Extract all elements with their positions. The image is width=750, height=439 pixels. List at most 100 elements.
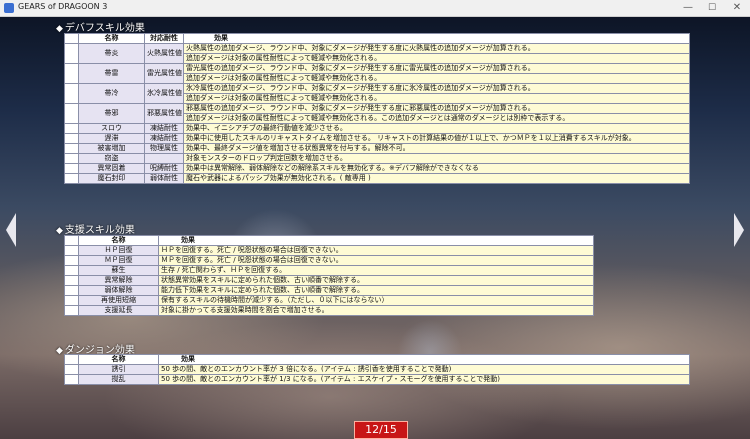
debuff-resist-cell: 呪縛耐性 [144, 163, 184, 174]
row-blank-cell [64, 245, 79, 256]
diamond-icon: ◆ [56, 24, 63, 34]
row-blank-cell [64, 133, 79, 144]
debuff-resist-cell: 凍結耐性 [144, 133, 184, 144]
debuff-effect-cell: 追加ダメージは対象の属性耐性によって軽減や無効化される。 [183, 53, 690, 64]
support-name-cell: 再使用短縮 [78, 295, 159, 306]
support-row: ＨＰ回復 ＨＰを回復する。死亡 / 呪怨状態の場合は回復できない。 [64, 245, 594, 256]
page-indicator: 12/15 [354, 421, 408, 439]
arrow-right-icon[interactable] [734, 213, 744, 247]
support-row: 蘇生 生存 / 死亡関わらず、ＨＰを回復する。 [64, 265, 594, 276]
row-blank-cell [64, 173, 79, 184]
game-viewport: ◆ デバフスキル効果 名称 対応耐性 効果 帯炎 火熱属性値 火熱属性の追加ダメージ、… [0, 17, 750, 439]
debuff-name-cell: 帯冷 [78, 83, 145, 104]
debuff-effect-cell: 邪悪属性の追加ダメージ、ラウンド中、対象にダメージが発生する度に邪悪属性の追加ダ… [183, 103, 690, 114]
header-effect: 効果 [183, 33, 690, 44]
debuff-effect-cell: 火熱属性の追加ダメージ、ラウンド中、対象にダメージが発生する度に火熱属性の追加ダ… [183, 43, 690, 54]
support-name-cell: 弱体解除 [78, 285, 159, 296]
debuff-resist-cell: 雷光属性値 [144, 63, 184, 84]
support-row: 再使用短縮 保有するスキルの待機時間が減少する。（ただし、０以下にはならない） [64, 295, 594, 306]
header-resist: 対応耐性 [144, 33, 184, 44]
support-row: 支援延長 対象に掛かってる支援効果時間を割合で増加させる。 [64, 305, 594, 316]
close-button[interactable]: ✕ [725, 1, 749, 15]
row-blank-cell [64, 143, 79, 154]
debuff-row: 帯邪 邪悪属性値 邪悪属性の追加ダメージ、ラウンド中、対象にダメージが発生する度に邪… [64, 103, 690, 124]
debuff-resist-cell: 物理属性 [144, 143, 184, 154]
arrow-left-icon[interactable] [6, 213, 16, 247]
row-blank-cell [64, 153, 79, 164]
header-name: 名称 [78, 235, 159, 246]
support-effect-cell: 能力低下効果をスキルに定められた個数、古い順番で解除する。 [158, 285, 594, 296]
row-blank-cell [64, 305, 79, 316]
support-name-cell: ＭＰ回復 [78, 255, 159, 266]
support-effect-cell: 対象に掛かってる支援効果時間を割合で増加させる。 [158, 305, 594, 316]
dungeon-name-cell: 誘引 [78, 364, 159, 375]
debuff-row: 被害増加 物理属性 効果中、最終ダメージ値を増加させる状態異常を付与する。解除不可。 [64, 143, 690, 154]
row-blank-cell [64, 123, 79, 134]
support-row: ＭＰ回復 ＭＰを回復する。死亡 / 呪怨状態の場合は回復できない。 [64, 255, 594, 266]
row-blank-cell [64, 255, 79, 266]
debuff-section-title: ◆ デバフスキル効果 [56, 19, 145, 34]
debuff-resist-cell: 弱体耐性 [144, 173, 184, 184]
debuff-effect-cell: 効果中、イニシアチブの最終行動値を減少させる。 [183, 123, 690, 134]
dungeon-header-row: 名称 効果 [64, 354, 690, 365]
debuff-name-cell: 窃盗 [78, 153, 145, 164]
debuff-row: 帯炎 火熱属性値 火熱属性の追加ダメージ、ラウンド中、対象にダメージが発生する度に火… [64, 43, 690, 64]
debuff-effect-cell: 効果中は異常解除、弱体解除などの解除系スキルを無効化する。※デバフ解除ができなく… [183, 163, 690, 174]
debuff-effect-cell: 効果中に使用したスキルのリキャストタイムを増加させる。 リキャストの計算結果の値… [183, 133, 690, 144]
dungeon-name-cell: 撹乱 [78, 374, 159, 385]
debuff-row: 窃盗 対象モンスターのドロップ判定回数を増加させる。 [64, 153, 690, 164]
row-blank-cell [64, 275, 79, 286]
dungeon-effect-cell: 50 歩の間、敵とのエンカウント率が 1/3 になる。(アイテム : エスケイプ… [158, 374, 690, 385]
row-blank-cell [64, 374, 79, 385]
support-effect-cell: ＭＰを回復する。死亡 / 呪怨状態の場合は回復できない。 [158, 255, 594, 266]
header-blank [64, 33, 79, 44]
support-name-cell: 異常解除 [78, 275, 159, 286]
debuff-name-cell: 魔石封印 [78, 173, 145, 184]
row-blank-cell [64, 295, 79, 306]
debuff-table: 名称 対応耐性 効果 帯炎 火熱属性値 火熱属性の追加ダメージ、ラウンド中、対象にダ… [64, 33, 690, 184]
debuff-name-cell: 遅滞 [78, 133, 145, 144]
debuff-name-cell: 帯炎 [78, 43, 145, 64]
dungeon-table: 名称 効果 誘引 50 歩の間、敵とのエンカウント率が 3 倍になる。(アイテム … [64, 354, 690, 385]
row-blank-cell [64, 265, 79, 276]
support-row: 異常解除 状態異常効果をスキルに定められた個数、古い順番で解除する。 [64, 275, 594, 286]
row-blank-cell [64, 63, 79, 84]
debuff-resist-cell [144, 153, 184, 164]
window-title: GEARS of DRAGOON 3 [18, 2, 108, 11]
debuff-effect-cell: 魔石や武器によるパッシブ効果が無効化される。( 敵専用 ) [183, 173, 690, 184]
header-effect: 効果 [158, 354, 690, 365]
dungeon-effect-cell: 50 歩の間、敵とのエンカウント率が 3 倍になる。(アイテム : 誘引香を使用… [158, 364, 690, 375]
debuff-effect-cell: 追加ダメージは対象の属性耐性によって軽減や無効化される。 [183, 73, 690, 84]
dungeon-row: 誘引 50 歩の間、敵とのエンカウント率が 3 倍になる。(アイテム : 誘引香を… [64, 364, 690, 375]
debuff-row: スロウ 凍結耐性 効果中、イニシアチブの最終行動値を減少させる。 [64, 123, 690, 134]
window-titlebar: GEARS of DRAGOON 3 — ☐ ✕ [0, 0, 750, 17]
debuff-resist-cell: 火熱属性値 [144, 43, 184, 64]
support-effect-cell: 状態異常効果をスキルに定められた個数、古い順番で解除する。 [158, 275, 594, 286]
row-blank-cell [64, 103, 79, 124]
debuff-resist-cell: 邪悪属性値 [144, 103, 184, 124]
debuff-resist-cell: 氷冷属性値 [144, 83, 184, 104]
maximize-button[interactable]: ☐ [700, 1, 724, 15]
debuff-name-cell: 異常固着 [78, 163, 145, 174]
debuff-name-cell: 帯雷 [78, 63, 145, 84]
debuff-name-cell: スロウ [78, 123, 145, 134]
row-blank-cell [64, 364, 79, 375]
debuff-row: 帯雷 雷光属性値 雷光属性の追加ダメージ、ラウンド中、対象にダメージが発生する度に雷… [64, 63, 690, 84]
header-name: 名称 [78, 354, 159, 365]
support-effect-cell: 生存 / 死亡関わらず、ＨＰを回復する。 [158, 265, 594, 276]
support-name-cell: 支援延長 [78, 305, 159, 316]
debuff-name-cell: 帯邪 [78, 103, 145, 124]
debuff-effect-cell: 雷光属性の追加ダメージ、ラウンド中、対象にダメージが発生する度に雷光属性の追加ダ… [183, 63, 690, 74]
debuff-effect-cell: 追加ダメージは対象の属性耐性によって軽減や無効化される。 [183, 93, 690, 104]
row-blank-cell [64, 163, 79, 174]
app-icon [4, 3, 14, 13]
header-blank [64, 354, 79, 365]
minimize-button[interactable]: — [676, 1, 700, 15]
header-name: 名称 [78, 33, 145, 44]
debuff-resist-cell: 凍結耐性 [144, 123, 184, 134]
debuff-effect-cell: 氷冷属性の追加ダメージ、ラウンド中、対象にダメージが発生する度に氷冷属性の追加ダ… [183, 83, 690, 94]
debuff-row: 帯冷 氷冷属性値 氷冷属性の追加ダメージ、ラウンド中、対象にダメージが発生する度に氷… [64, 83, 690, 104]
debuff-name-cell: 被害増加 [78, 143, 145, 154]
debuff-row: 異常固着 呪縛耐性 効果中は異常解除、弱体解除などの解除系スキルを無効化する。※デバ… [64, 163, 690, 174]
diamond-icon: ◆ [56, 226, 63, 236]
